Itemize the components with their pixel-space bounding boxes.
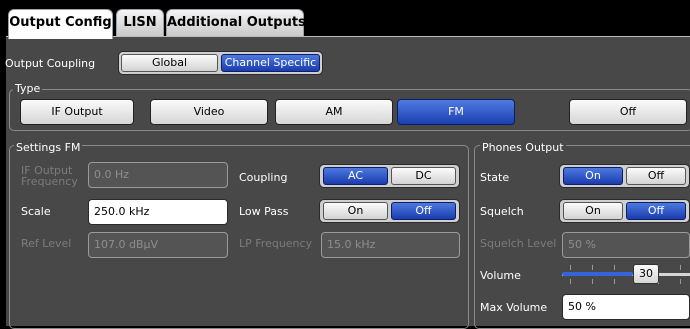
output-coupling-toggle: Global Channel Specific: [118, 51, 323, 75]
lp-frequency-label: LP Frequency: [239, 237, 313, 250]
ref-level-field: 107.0 dBµV: [88, 232, 228, 258]
type-title: Type: [13, 82, 43, 95]
coupling-global-button[interactable]: Global: [121, 54, 218, 72]
lp-frequency-field: 15.0 kHz: [321, 232, 460, 258]
coupling-ac-dc-toggle: AC DC: [319, 164, 460, 188]
state-off-button[interactable]: Off: [626, 167, 686, 185]
coupling-label: Coupling: [239, 171, 288, 184]
coupling-dc-button[interactable]: DC: [391, 167, 456, 185]
tab-lisn[interactable]: LISN: [116, 9, 164, 36]
coupling-channel-specific-button[interactable]: Channel Specific: [221, 54, 320, 72]
squelch-off-button[interactable]: Off: [626, 202, 686, 220]
low-pass-off-button[interactable]: Off: [391, 202, 456, 220]
volume-label: Volume: [480, 269, 521, 282]
if-output-label-line2: Frequency: [21, 175, 78, 188]
low-pass-label: Low Pass: [239, 205, 289, 218]
max-volume-field[interactable]: 50 %: [562, 294, 690, 320]
type-off-button[interactable]: Off: [569, 99, 687, 125]
volume-slider-handle[interactable]: 30: [633, 264, 659, 284]
ref-level-label: Ref Level: [21, 237, 72, 250]
state-toggle: On Off: [559, 164, 690, 188]
scale-field[interactable]: 250.0 kHz: [88, 199, 228, 225]
volume-slider-fill: [562, 272, 633, 276]
state-on-button[interactable]: On: [563, 167, 623, 185]
squelch-level-label: Squelch Level: [480, 237, 557, 250]
type-video-button[interactable]: Video: [150, 99, 268, 125]
squelch-toggle: On Off: [559, 199, 690, 223]
volume-slider[interactable]: 30: [562, 261, 690, 287]
squelch-label: Squelch: [480, 205, 524, 218]
coupling-ac-button[interactable]: AC: [323, 167, 388, 185]
type-am-button[interactable]: AM: [275, 99, 393, 125]
volume-slider-ticks: [570, 265, 686, 270]
low-pass-toggle: On Off: [319, 199, 460, 223]
volume-slider-ticks-bottom: [570, 279, 686, 284]
max-volume-label: Max Volume: [480, 301, 548, 314]
settings-fm-title: Settings FM: [14, 141, 83, 154]
squelch-level-field: 50 %: [562, 232, 690, 258]
squelch-on-button[interactable]: On: [563, 202, 623, 220]
if-output-frequency-label: IF Output Frequency: [21, 165, 78, 187]
type-fm-button[interactable]: FM: [397, 99, 515, 125]
output-config-dialog: Output Config LISN Additional Outputs Ou…: [0, 0, 690, 329]
output-coupling-label: Output Coupling: [5, 57, 96, 70]
if-output-frequency-field: 0.0 Hz: [88, 162, 228, 188]
low-pass-on-button[interactable]: On: [323, 202, 388, 220]
tab-content-panel: Output Coupling Global Channel Specific …: [5, 36, 690, 329]
tab-output-config[interactable]: Output Config: [8, 9, 113, 39]
tab-additional-outputs[interactable]: Additional Outputs: [166, 9, 306, 36]
scale-label: Scale: [21, 205, 51, 218]
type-if-output-button[interactable]: IF Output: [20, 99, 134, 125]
state-label: State: [480, 171, 510, 184]
phones-output-title: Phones Output: [480, 141, 566, 154]
